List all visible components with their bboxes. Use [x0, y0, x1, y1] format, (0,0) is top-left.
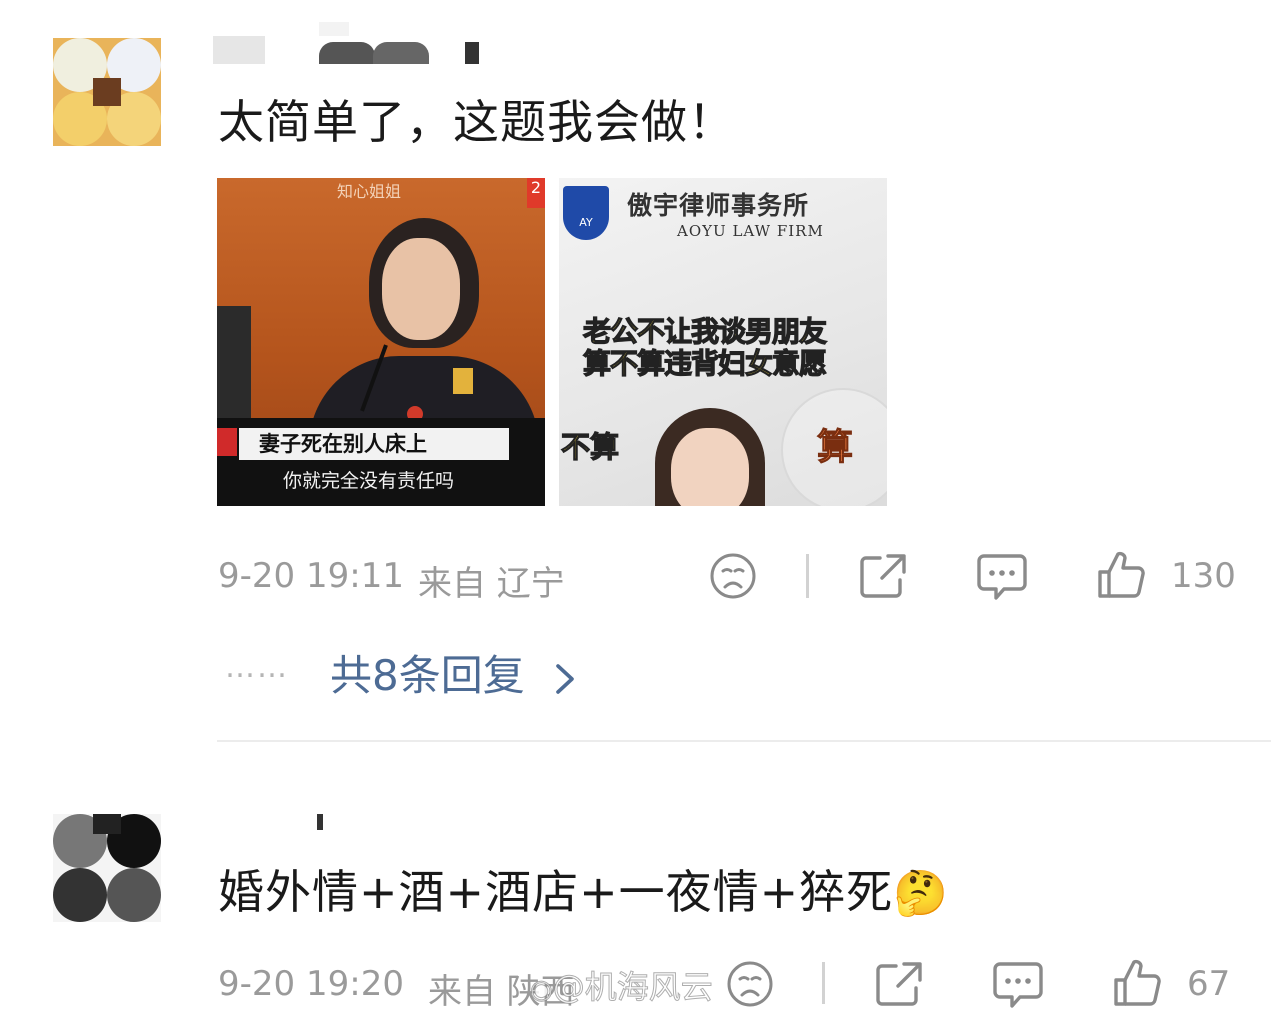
image-watermark: ◉@机海风云 — [530, 968, 714, 1007]
like-count: 67 — [1187, 964, 1231, 1004]
firm-name: 傲宇律师事务所 — [627, 191, 810, 220]
comment-location: 来自 辽宁 — [418, 564, 565, 604]
comment-text: 太简单了，这题我会做！ — [218, 95, 735, 149]
username-redacted[interactable] — [213, 800, 333, 830]
firm-logo-icon — [563, 186, 609, 240]
image-corner-mark: 2 — [527, 178, 545, 208]
chevron-right-icon — [556, 663, 574, 694]
sad-face-icon[interactable] — [709, 552, 757, 600]
comment-image-2[interactable]: AY 傲宇律师事务所 AOYU LAW FIRM 老公不让我谈男朋友 算不算违背… — [559, 178, 887, 506]
comment-time: 9-20 19:11 — [218, 556, 404, 596]
like-count: 130 — [1171, 556, 1236, 596]
replies-dots: …… — [225, 650, 289, 685]
weibo-logo-icon: ◉ — [530, 975, 554, 1006]
replies-label: 共8条回复 — [330, 651, 525, 700]
share-icon[interactable] — [874, 960, 924, 1008]
share-icon[interactable] — [858, 552, 908, 600]
action-divider — [822, 962, 825, 1004]
username-redacted[interactable] — [213, 22, 483, 64]
comment-icon[interactable] — [992, 960, 1044, 1010]
comment-image-1[interactable]: 知心姐姐 2 妻子死在别人床上 你就完全没有责任吗 — [217, 178, 545, 506]
image-caption-line2: 你就完全没有责任吗 — [283, 470, 455, 492]
comment-text-body: 婚外情+酒+酒店+一夜情+猝死 — [218, 865, 894, 919]
option-right: 算 — [816, 427, 854, 469]
avatar[interactable] — [53, 814, 161, 922]
like-icon[interactable] — [1096, 550, 1146, 600]
image-watermark: 知心姐姐 — [337, 182, 402, 201]
sad-face-icon[interactable] — [726, 960, 774, 1008]
action-divider — [806, 554, 809, 598]
image-headline-line2: 算不算违背妇女意愿 — [582, 346, 827, 380]
thinking-emoji-icon: 🤔 — [893, 868, 949, 919]
like-icon[interactable] — [1112, 958, 1162, 1008]
comment-text: 婚外情+酒+酒店+一夜情+猝死🤔 — [218, 856, 949, 922]
comment-time: 9-20 19:20 — [218, 964, 404, 1004]
option-left: 不算 — [560, 429, 620, 464]
avatar[interactable] — [53, 38, 161, 146]
image-caption-line1: 妻子死在别人床上 — [239, 428, 509, 460]
view-replies-link[interactable]: 共8条回复 — [330, 642, 578, 703]
firm-badge: AY — [579, 216, 593, 229]
firm-name-en: AOYU LAW FIRM — [677, 222, 824, 240]
comment-icon[interactable] — [976, 552, 1028, 602]
comment-divider — [217, 740, 1271, 742]
